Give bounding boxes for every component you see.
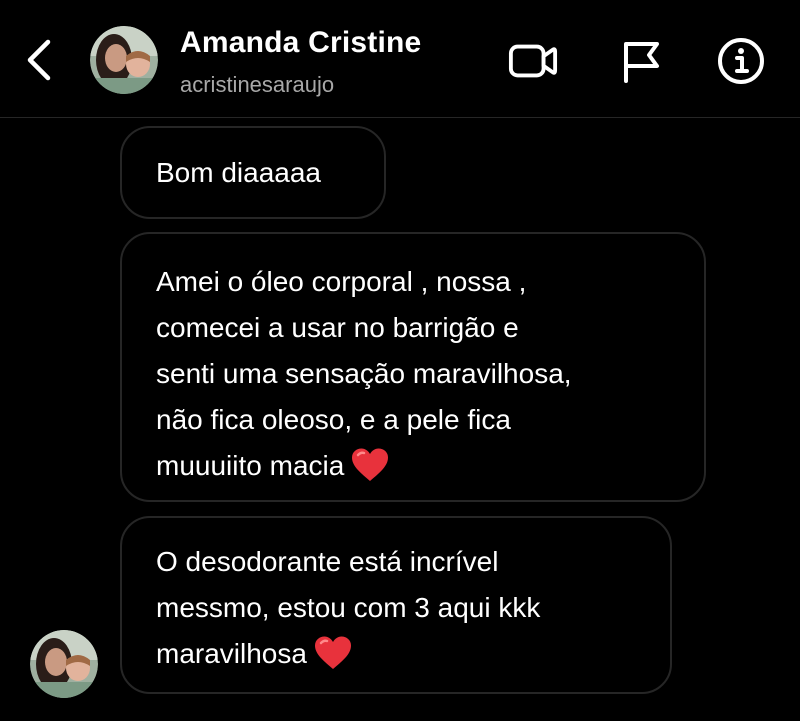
chat-header: Amanda Cristine acristinesaraujo (0, 0, 800, 118)
info-button[interactable] (716, 38, 766, 84)
video-call-button[interactable] (508, 38, 558, 84)
heart-emoji-icon (314, 636, 351, 669)
message-text: messmo, estou com 3 aqui kkk (156, 592, 541, 623)
contact-username: acristinesaraujo (180, 72, 335, 97)
message-text: senti uma sensação maravilhosa, (156, 358, 572, 389)
message-bubble[interactable]: Bom diaaaaa (120, 126, 386, 219)
info-icon (718, 38, 764, 84)
message-text: não fica oleoso, e a pele fica (156, 404, 511, 435)
back-button[interactable] (18, 36, 58, 84)
message-text: maravilhosa (156, 638, 307, 669)
sender-avatar[interactable] (30, 630, 98, 698)
contact-avatar[interactable] (90, 26, 158, 94)
message-text: O desodorante está incrível (156, 546, 499, 577)
message-text: muuuiito macia (156, 450, 345, 481)
message-text: comecei a usar no barrigão e (156, 312, 519, 343)
message-text: Bom diaaaaa (156, 157, 322, 188)
heart-emoji-icon (352, 448, 389, 481)
chevron-left-icon (27, 39, 51, 81)
report-button[interactable] (616, 38, 666, 84)
contact-name[interactable]: Amanda Cristine (180, 26, 421, 60)
message-text: Amei o óleo corporal , nossa , (156, 266, 527, 297)
message-bubble[interactable]: Amei o óleo corporal , nossa , comecei a… (120, 232, 706, 502)
message-bubble[interactable]: O desodorante está incrível messmo, esto… (120, 516, 672, 694)
video-camera-icon (508, 44, 558, 78)
flag-icon (624, 42, 659, 83)
